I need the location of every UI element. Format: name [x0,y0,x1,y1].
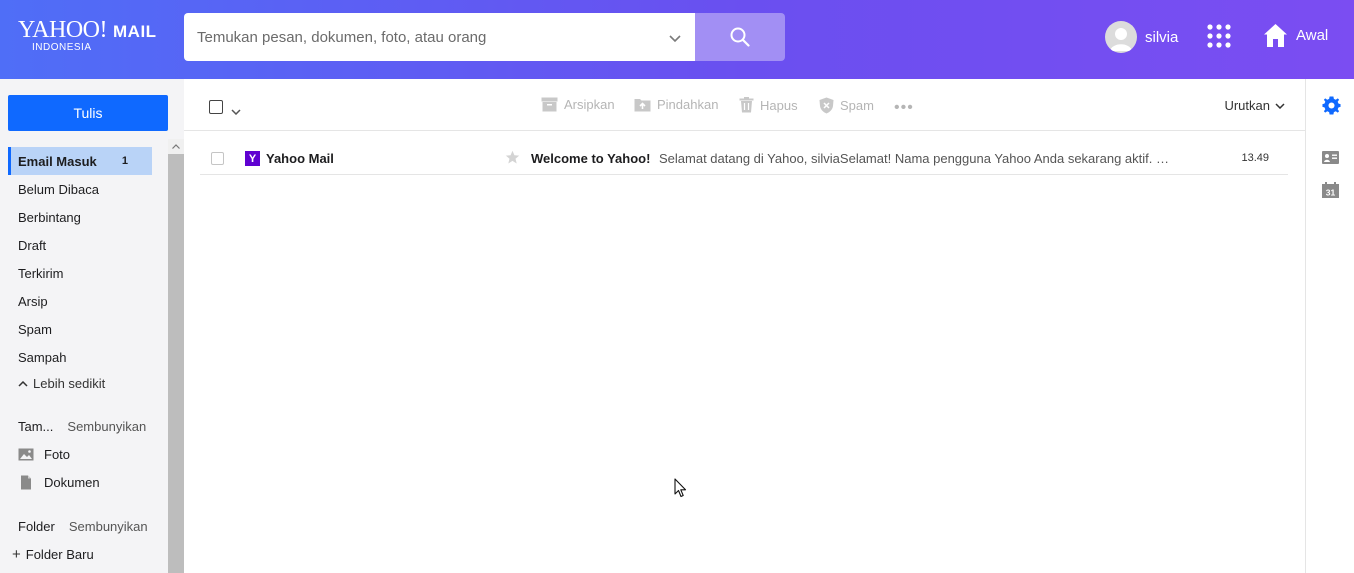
sidebar-item-archive[interactable]: Arsip [8,287,152,315]
spam-shield-icon [819,97,834,114]
folder-label: Terkirim [18,265,64,281]
sidebar-item-starred[interactable]: Berbintang [8,203,152,231]
documents-label: Dokumen [44,475,100,490]
top-header: YAHOO! MAIL INDONESIA silvia Awal [0,0,1354,79]
sidebar-item-trash[interactable]: Sampah [8,343,152,371]
sidebar-item-unread[interactable]: Belum Dibaca [8,175,152,203]
search-box [184,13,695,61]
archive-label: Arsipkan [564,97,615,112]
logo-yahoo-text: YAHOO! [18,17,108,43]
yahoo-sender-icon: Y [245,151,260,166]
message-preview: Selamat datang di Yahoo, silviaSelamat! … [659,151,1169,166]
views-hide-link[interactable]: Sembunyikan [67,419,146,434]
svg-text:31: 31 [1326,188,1336,198]
avatar [1105,21,1137,53]
spam-button[interactable]: Spam [819,97,874,114]
sidebar-item-documents[interactable]: Dokumen [18,475,100,490]
delete-button[interactable]: Hapus [739,97,798,113]
message-time: 13.49 [1241,152,1269,164]
mouse-cursor-icon [674,478,687,503]
folder-label: Belum Dibaca [18,181,99,197]
more-options-icon[interactable]: ••• [894,99,914,117]
move-label: Pindahkan [657,97,719,112]
home-icon [1264,24,1287,47]
message-row[interactable]: Y Yahoo Mail Welcome to Yahoo! Selamat d… [200,143,1288,175]
scroll-up-arrow-icon[interactable] [168,139,184,153]
chevron-down-icon [1275,102,1285,109]
document-icon [21,475,31,490]
sidebar-item-spam[interactable]: Spam [8,315,152,343]
show-less-toggle[interactable]: Lebih sedikit [18,376,105,391]
search-icon [730,27,750,47]
right-sidebar: 31 [1305,79,1354,573]
move-folder-icon [634,99,651,112]
message-sender: Yahoo Mail [266,151,334,166]
folders-hide-link[interactable]: Sembunyikan [69,519,148,534]
left-sidebar: Tulis Email Masuk 1 Belum Dibaca Berbint… [0,79,184,573]
select-options-chevron-icon[interactable] [231,102,241,120]
sort-label: Urutkan [1224,98,1270,113]
new-folder-label: Folder Baru [25,547,94,562]
home-button[interactable]: Awal [1263,23,1328,48]
yahoo-mail-logo[interactable]: YAHOO! MAIL INDONESIA [18,17,157,53]
message-toolbar: Arsipkan Pindahkan Hapus Spam ••• Urutka… [184,79,1305,131]
compose-button[interactable]: Tulis [8,95,168,131]
photo-icon [18,448,34,461]
folder-label: Draft [18,237,47,253]
sidebar-item-photos[interactable]: Foto [18,447,70,462]
folder-label: Spam [18,321,52,337]
home-label: Awal [1296,27,1329,44]
sort-button[interactable]: Urutkan [1224,98,1285,113]
folder-label: Sampah [18,349,67,365]
delete-label: Hapus [760,97,798,113]
new-folder-button[interactable]: + Folder Baru [12,546,94,563]
spam-label: Spam [840,98,874,113]
logo-region-text: INDONESIA [32,42,92,53]
message-subject: Welcome to Yahoo! [531,151,651,166]
sidebar-item-drafts[interactable]: Draft [8,231,152,259]
search-button[interactable] [695,13,785,61]
settings-gear-icon[interactable] [1322,96,1341,120]
archive-icon [541,97,558,112]
scrollbar-thumb[interactable] [168,154,184,573]
plus-icon: + [12,546,21,563]
views-section-label: Tam... [18,419,54,434]
folders-section-header: Folder Sembunyikan [18,519,148,534]
chevron-up-icon [18,380,28,387]
sidebar-item-inbox[interactable]: Email Masuk 1 [8,147,152,175]
star-icon[interactable] [505,150,520,168]
search-options-chevron-icon[interactable] [669,30,681,48]
contacts-card-icon[interactable] [1322,151,1339,169]
message-checkbox[interactable] [211,152,224,165]
folder-label: Arsip [18,293,48,309]
apps-grid-icon[interactable] [1207,24,1231,53]
folder-label: Berbintang [18,209,81,225]
sidebar-item-sent[interactable]: Terkirim [8,259,152,287]
folder-list: Email Masuk 1 Belum Dibaca Berbintang Dr… [8,147,152,371]
folder-label: Email Masuk [18,153,97,169]
trash-icon [739,97,754,113]
photos-label: Foto [44,447,71,462]
search-input[interactable] [197,13,657,61]
logo-mail-text: MAIL [113,22,157,41]
unread-count-badge: 1 [121,155,128,167]
show-less-label: Lebih sedikit [33,376,106,391]
folders-section-label: Folder [18,519,55,534]
select-all-checkbox[interactable] [209,100,223,114]
user-profile[interactable]: silvia [1105,21,1178,53]
move-button[interactable]: Pindahkan [634,97,718,112]
user-name: silvia [1145,28,1179,46]
views-section-header: Tam... Sembunyikan [18,419,146,434]
calendar-icon[interactable]: 31 [1322,182,1339,203]
archive-button[interactable]: Arsipkan [541,97,615,112]
sidebar-scrollbar[interactable] [168,139,184,573]
